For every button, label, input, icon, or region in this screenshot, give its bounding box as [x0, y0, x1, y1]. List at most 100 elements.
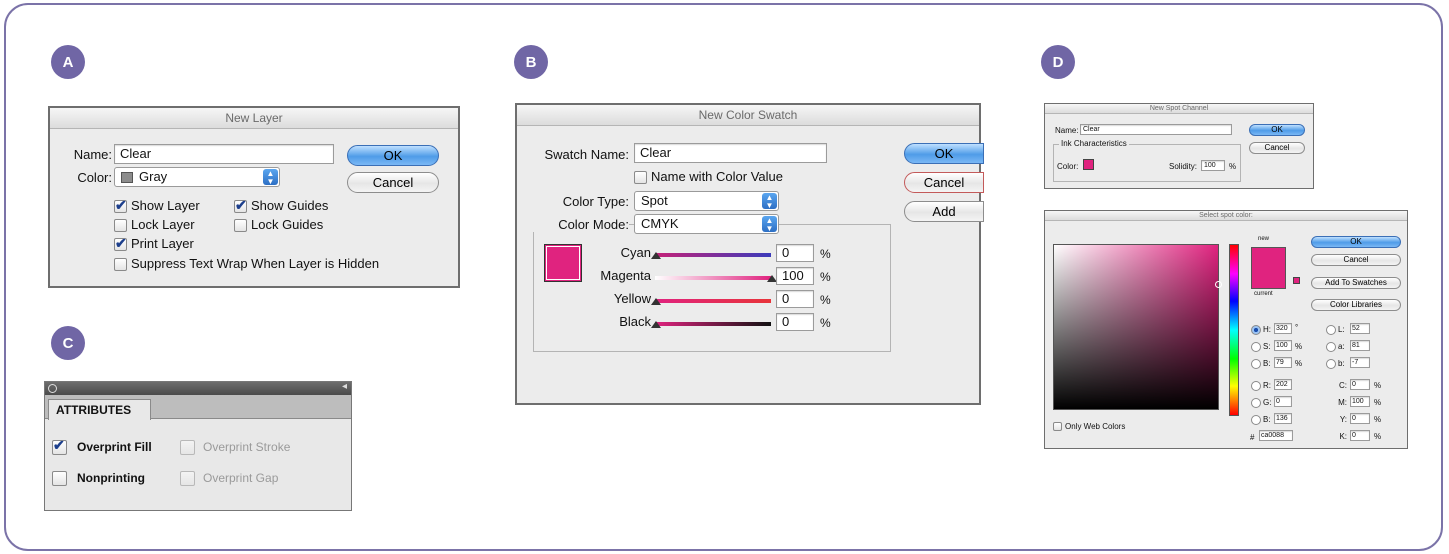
c-field[interactable]: 0 [1350, 379, 1370, 390]
lab-b-radio[interactable] [1326, 359, 1336, 369]
cancel-button[interactable]: Cancel [904, 172, 984, 193]
show-layer-checkbox[interactable] [114, 197, 127, 214]
popup-stepper-icon: ▲ ▼ [762, 193, 777, 210]
l-radio[interactable] [1326, 325, 1336, 335]
popup-stepper-icon: ▲ ▼ [762, 216, 777, 233]
magenta-value-field[interactable]: 100 [776, 267, 814, 285]
h-radio[interactable] [1251, 325, 1261, 335]
g-radio[interactable] [1251, 398, 1261, 408]
b-rgb-radio[interactable] [1251, 415, 1261, 425]
a-field[interactable]: 81 [1350, 340, 1370, 351]
lab-b-label: b: [1338, 359, 1345, 368]
s-radio[interactable] [1251, 342, 1261, 352]
m-field[interactable]: 100 [1350, 396, 1370, 407]
color-type-value: Spot [641, 193, 668, 208]
b-rgb-label: B: [1263, 415, 1271, 424]
cancel-button[interactable]: Cancel [1249, 142, 1305, 154]
black-value-field[interactable]: 0 [776, 313, 814, 331]
magenta-label: Magenta [600, 268, 651, 283]
cyan-slider-thumb[interactable] [651, 252, 661, 259]
b-field[interactable]: 79 [1274, 357, 1292, 368]
cyan-value-field[interactable]: 0 [776, 244, 814, 262]
hue-slider[interactable] [1229, 244, 1239, 416]
pct-sign: % [1229, 162, 1237, 171]
s-field[interactable]: 100 [1274, 340, 1292, 351]
ok-button[interactable]: OK [1311, 236, 1401, 248]
suppress-wrap-checkbox[interactable] [114, 258, 127, 271]
overprint-fill-checkbox[interactable] [52, 437, 67, 455]
r-label: R: [1263, 381, 1271, 390]
panel-titlebar: ◂ [45, 381, 351, 395]
pct-sign: % [820, 316, 831, 330]
color-mode-popup[interactable]: CMYK ▲ ▼ [634, 214, 779, 234]
l-label: L: [1338, 325, 1345, 334]
show-guides-checkbox[interactable] [234, 197, 247, 214]
pct-sign: % [820, 247, 831, 261]
print-layer-checkbox[interactable] [114, 235, 127, 252]
dialog-title: Select spot color: [1045, 211, 1407, 221]
yellow-value-field[interactable]: 0 [776, 290, 814, 308]
add-button[interactable]: Add [904, 201, 984, 222]
cyan-slider-track[interactable] [655, 253, 771, 257]
black-slider-track[interactable] [655, 322, 771, 326]
k-label: K: [1339, 432, 1347, 441]
magenta-slider-track[interactable] [655, 276, 771, 280]
cancel-button[interactable]: Cancel [1311, 254, 1401, 266]
degree-sign: ° [1295, 323, 1299, 332]
color-field[interactable] [1053, 244, 1219, 410]
lock-guides-checkbox[interactable] [234, 219, 247, 232]
tab-attributes[interactable]: ATTRIBUTES [48, 399, 151, 420]
pct-sign: % [1374, 415, 1382, 424]
a-radio[interactable] [1326, 342, 1336, 352]
black-label: Black [619, 314, 651, 329]
b-radio[interactable] [1251, 359, 1261, 369]
h-field[interactable]: 320 [1274, 323, 1292, 334]
ink-group-label: Ink Characteristics [1059, 139, 1129, 148]
only-web-colors-checkbox[interactable] [1053, 422, 1062, 431]
swatch-name-field[interactable]: Clear [634, 143, 827, 163]
new-color-preview [1251, 247, 1286, 289]
web-safe-icon[interactable] [1293, 277, 1300, 284]
r-field[interactable]: 202 [1274, 379, 1292, 390]
dialog-title: New Spot Channel [1045, 104, 1313, 114]
b-label: B: [1263, 359, 1271, 368]
name-with-value-checkbox[interactable] [634, 171, 647, 184]
cancel-button[interactable]: Cancel [347, 172, 439, 193]
solidity-field[interactable]: 100 [1201, 160, 1225, 171]
name-field[interactable]: Clear [114, 144, 334, 164]
ok-button[interactable]: OK [904, 143, 984, 164]
lab-b-field[interactable]: -7 [1350, 357, 1370, 368]
overprint-gap-checkbox [180, 471, 195, 486]
badge-c: C [51, 326, 85, 360]
g-field[interactable]: 0 [1274, 396, 1292, 407]
y-field[interactable]: 0 [1350, 413, 1370, 424]
close-icon[interactable] [48, 384, 57, 393]
black-slider-thumb[interactable] [651, 321, 661, 328]
nonprinting-checkbox[interactable] [52, 471, 67, 486]
r-radio[interactable] [1251, 381, 1261, 391]
ink-color-swatch[interactable] [1083, 159, 1094, 170]
k-field[interactable]: 0 [1350, 430, 1370, 441]
color-type-popup[interactable]: Spot ▲ ▼ [634, 191, 779, 211]
color-popup[interactable]: Gray ▲ ▼ [114, 167, 280, 187]
ok-button[interactable]: OK [1249, 124, 1305, 136]
s-label: S: [1263, 342, 1271, 351]
collapse-arrow-icon[interactable]: ◂ [342, 381, 347, 392]
color-field-cursor[interactable] [1215, 281, 1222, 288]
color-libraries-button[interactable]: Color Libraries [1311, 299, 1401, 311]
add-to-swatches-button[interactable]: Add To Swatches [1311, 277, 1401, 289]
cyan-label: Cyan [620, 245, 651, 260]
ok-button[interactable]: OK [347, 145, 439, 166]
yellow-slider-track[interactable] [655, 299, 771, 303]
l-field[interactable]: 52 [1350, 323, 1370, 334]
yellow-slider-thumb[interactable] [651, 298, 661, 305]
lock-layer-checkbox[interactable] [114, 219, 127, 232]
y-label: Y: [1339, 415, 1347, 424]
hex-field[interactable]: ca0088 [1259, 430, 1293, 441]
b-rgb-field[interactable]: 136 [1274, 413, 1292, 424]
badge-d: D [1041, 45, 1075, 79]
name-field[interactable]: Clear [1080, 124, 1232, 135]
new-spot-channel-dialog: New Spot Channel Name: Clear Ink Charact… [1044, 103, 1314, 189]
pct-sign: % [820, 293, 831, 307]
color-value: Gray [139, 169, 168, 184]
